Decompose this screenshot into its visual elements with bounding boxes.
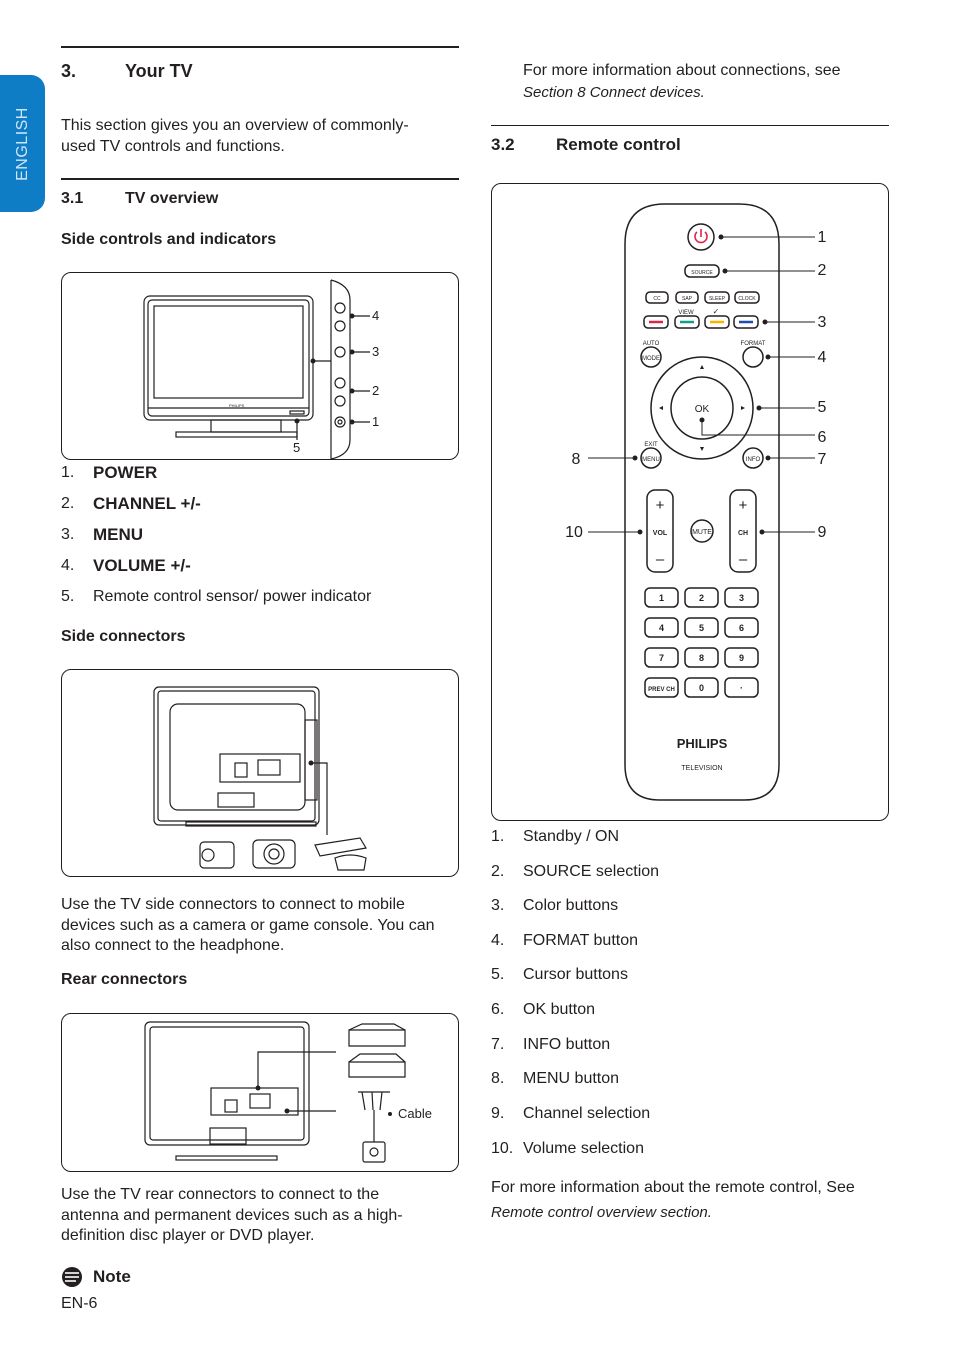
cc-label: CC — [653, 296, 661, 302]
callout-2: 2 — [372, 383, 379, 398]
clock-label: CLOCK — [738, 296, 756, 302]
sleep-label: SLEEP — [709, 296, 726, 302]
arrow-icon — [741, 406, 745, 410]
tv-rear-connectors-illustration — [144, 1021, 406, 1163]
callout-1: 1 — [372, 414, 379, 429]
arrow-icon — [700, 447, 704, 451]
vol-label: VOL — [653, 530, 668, 537]
camera-icon — [252, 839, 296, 869]
tv-front-illustration: PHILIPS — [143, 279, 370, 460]
ok-label: OK — [695, 404, 710, 415]
callout-2: 2 — [818, 262, 827, 279]
callout-9: 9 — [818, 524, 827, 541]
philips-logo: PHILIPS — [677, 736, 728, 751]
digit-label: 1 — [659, 593, 664, 603]
info-label: INFO — [746, 457, 761, 463]
minus-label: – — [656, 551, 665, 568]
format-button — [742, 346, 764, 368]
camcorder-icon — [199, 841, 235, 869]
antenna-cable-icon — [358, 1091, 392, 1163]
callout-line — [701, 420, 815, 436]
digit-label: 8 — [699, 653, 704, 663]
svg-text:PHILIPS: PHILIPS — [229, 403, 245, 408]
callout-7: 7 — [818, 451, 827, 468]
menu-label: MENU — [642, 457, 660, 463]
check-label: ✓ — [713, 307, 720, 316]
plus-label: + — [656, 497, 665, 514]
television-label: TELEVISION — [681, 765, 722, 772]
tv-side-connectors-illustration — [153, 686, 367, 871]
mute-label: MUTE — [692, 529, 712, 536]
callout-3: 3 — [372, 344, 379, 359]
digit-label: 0 — [699, 683, 704, 693]
digit-label: 6 — [739, 623, 744, 633]
digit-label: 4 — [659, 623, 664, 633]
game-console-icon — [314, 837, 367, 871]
auto-label: AUTO — [643, 341, 660, 347]
callout-6: 6 — [818, 429, 827, 446]
figures: PHILIPS 4 3 2 1 5 SOURCECC SAP SLEEP CLO… — [62, 203, 827, 1287]
source-label: SOURCE — [691, 270, 713, 276]
sap-label: SAP — [682, 296, 693, 302]
view-label: VIEW — [678, 310, 694, 316]
digit-label: 2 — [699, 593, 704, 603]
disc-player-icon — [348, 1023, 406, 1047]
digit-label: 3 — [739, 593, 744, 603]
note-icon — [62, 1267, 82, 1287]
digit-label: PREV CH — [648, 687, 675, 693]
digit-label: · — [740, 683, 743, 693]
callout-8: 8 — [572, 451, 581, 468]
digit-label: 7 — [659, 653, 664, 663]
dvd-player-icon — [348, 1053, 406, 1078]
remote-illustration: SOURCE CC SAP SLEEP CLOCK VIEW ✓ AUTO MODE FORMAT… — [565, 203, 827, 801]
format-label: FORMAT — [741, 341, 766, 347]
callout-4: 4 — [818, 349, 827, 366]
callout-10: 10 — [565, 524, 583, 541]
digit-label: 9 — [739, 653, 744, 663]
mode-label: MODE — [642, 356, 660, 362]
arrow-icon — [700, 365, 704, 369]
callout-5: 5 — [293, 440, 300, 455]
callout-1: 1 — [818, 229, 827, 246]
callout-4: 4 — [372, 308, 379, 323]
callout-3: 3 — [818, 314, 827, 331]
exit-label: EXIT — [644, 442, 658, 448]
ch-label: CH — [738, 530, 748, 537]
callout-5: 5 — [818, 399, 827, 416]
minus-label: – — [739, 551, 748, 568]
arrow-icon — [659, 406, 663, 410]
plus-label: + — [739, 497, 748, 514]
digit-label: 5 — [699, 623, 704, 633]
